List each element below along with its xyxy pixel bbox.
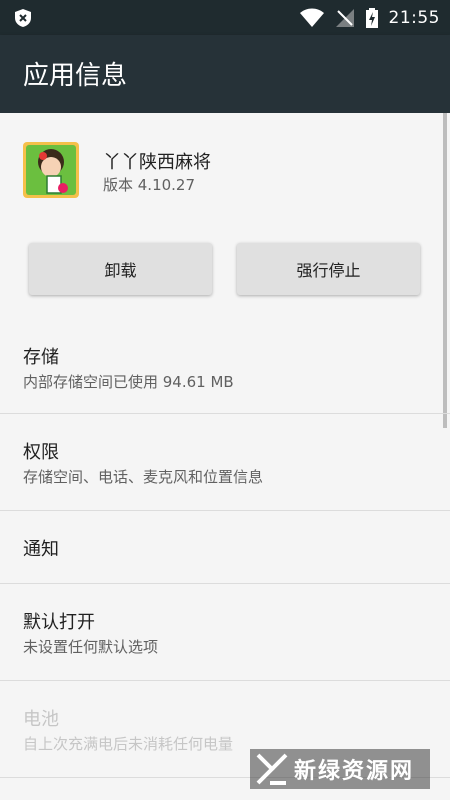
watermark-text: 新绿资源网 (294, 759, 415, 784)
notifications-row[interactable]: 通知 (0, 511, 450, 583)
shield-x-icon (15, 9, 31, 27)
page-title: 应用信息 (23, 61, 128, 91)
permissions-row[interactable]: 权限 存储空间、电话、麦克风和位置信息 (0, 414, 450, 510)
permissions-title: 权限 (23, 442, 59, 463)
app-header: 丫丫陕西麻将 版本 4.10.27 (0, 113, 450, 233)
watermark: 新绿资源网 (250, 749, 430, 789)
storage-subtitle: 内部存储空间已使用 94.61 MB (23, 373, 234, 391)
wifi-icon (299, 8, 324, 27)
no-signal-icon (335, 8, 354, 27)
app-bar: 应用信息 (0, 35, 450, 113)
battery-charging-icon (365, 7, 378, 28)
notifications-title: 通知 (23, 539, 59, 560)
app-version: 版本 4.10.27 (103, 176, 196, 194)
open-by-default-row[interactable]: 默认打开 未设置任何默认选项 (0, 584, 450, 680)
mahjong-app-icon (23, 142, 79, 198)
force-stop-button[interactable]: 强行停止 (237, 243, 420, 295)
battery-title: 电池 (23, 709, 59, 730)
app-name: 丫丫陕西麻将 (103, 152, 211, 173)
open-by-default-subtitle: 未设置任何默认选项 (23, 638, 159, 656)
watermark-logo-icon (256, 753, 288, 785)
open-by-default-title: 默认打开 (23, 612, 95, 633)
storage-row[interactable]: 存储 内部存储空间已使用 94.61 MB (0, 326, 450, 413)
status-time: 21:55 (388, 7, 440, 28)
uninstall-button[interactable]: 卸载 (29, 243, 212, 295)
app-info-content[interactable]: 丫丫陕西麻将 版本 4.10.27 卸载 强行停止 存储 内部存储空间已使用 9… (0, 113, 450, 800)
storage-title: 存储 (23, 347, 59, 368)
battery-subtitle: 自上次充满电后未消耗任何电量 (23, 735, 234, 753)
permissions-subtitle: 存储空间、电话、麦克风和位置信息 (23, 468, 264, 486)
status-bar: 21:55 (0, 0, 450, 35)
